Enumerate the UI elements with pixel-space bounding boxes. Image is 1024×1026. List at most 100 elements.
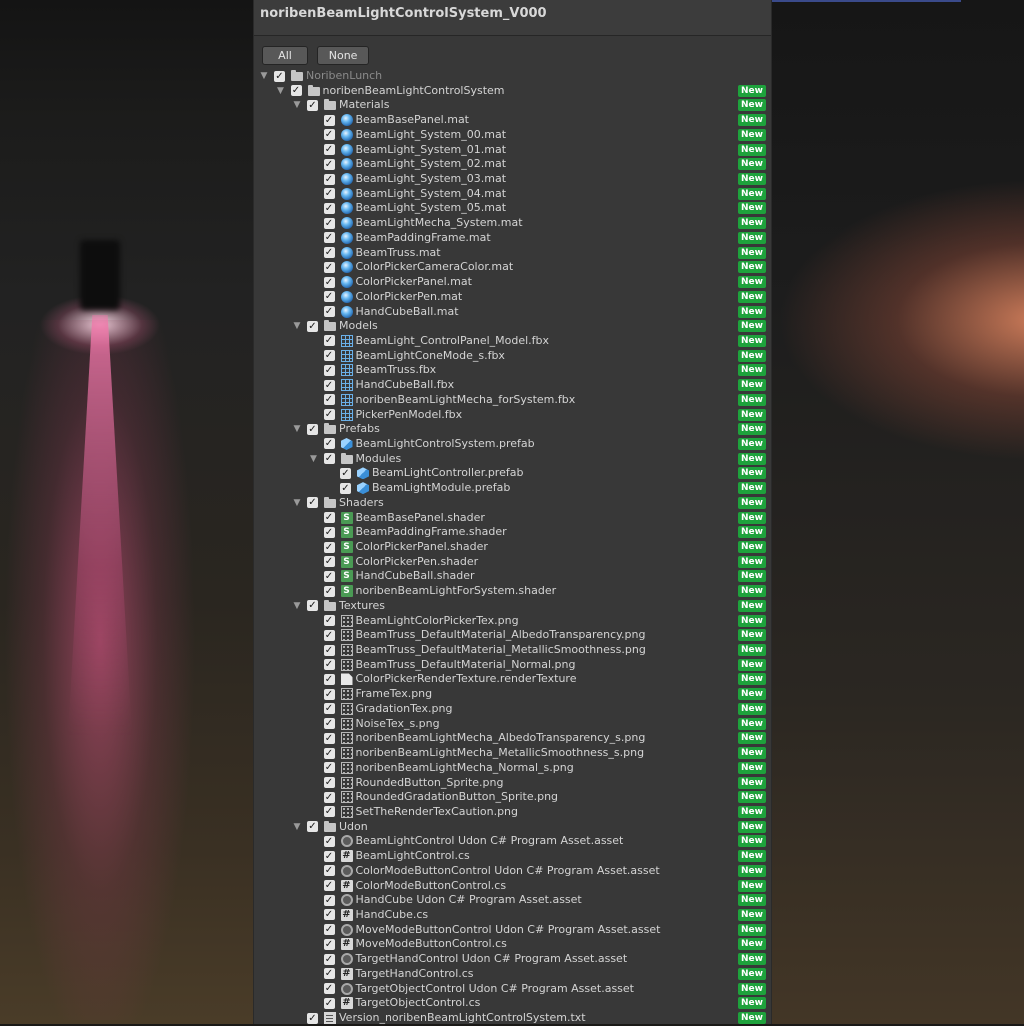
include-checkbox[interactable]: ✓ bbox=[307, 99, 318, 111]
include-checkbox[interactable]: ✓ bbox=[323, 541, 335, 553]
tree-row[interactable]: ✓ BeamTruss.fbx New bbox=[254, 363, 771, 378]
include-checkbox[interactable]: ✓ bbox=[307, 821, 318, 833]
tree-row[interactable]: ✓ BeamLightModule.prefab New bbox=[254, 481, 771, 496]
tree-row[interactable]: ✓ noribenBeamLightMecha_Normal_s.png New bbox=[254, 761, 771, 776]
foldout-arrow-icon[interactable]: ▼ bbox=[276, 84, 286, 98]
tree-row[interactable]: ✓ BeamLight_System_03.mat New bbox=[254, 172, 771, 187]
tree-row[interactable]: ✓ BeamLightControl Udon C# Program Asset.… bbox=[254, 834, 771, 849]
tree-row[interactable]: ✓ BeamLight_System_00.mat New bbox=[254, 128, 771, 143]
include-checkbox[interactable]: ✓ bbox=[323, 585, 335, 597]
tree-row[interactable]: ▼ ✓ Prefabs New bbox=[254, 422, 771, 437]
include-checkbox[interactable]: ✓ bbox=[323, 850, 335, 862]
tree-row[interactable]: ✓ BeamPaddingFrame.mat New bbox=[254, 231, 771, 246]
include-checkbox[interactable]: ✓ bbox=[340, 482, 351, 494]
select-all-button[interactable]: All bbox=[262, 46, 308, 65]
include-checkbox[interactable]: ✓ bbox=[323, 306, 335, 317]
include-checkbox[interactable]: ✓ bbox=[307, 1012, 318, 1024]
select-none-button[interactable]: None bbox=[317, 46, 370, 65]
include-checkbox[interactable]: ✓ bbox=[307, 497, 318, 509]
include-checkbox[interactable]: ✓ bbox=[323, 526, 335, 538]
tree-row[interactable]: ✓ ColorPickerRenderTexture.renderTexture N… bbox=[254, 672, 771, 687]
include-checkbox[interactable]: ✓ bbox=[323, 556, 335, 568]
tree-row[interactable]: ✓ MoveModeButtonControl Udon C# Program A… bbox=[254, 923, 771, 938]
include-checkbox[interactable]: ✓ bbox=[323, 247, 335, 259]
tree-row[interactable]: ✓ BeamLightControlSystem.prefab New bbox=[254, 437, 771, 452]
tree-row[interactable]: ▼ ✓ Shaders New bbox=[254, 496, 771, 511]
include-checkbox[interactable]: ✓ bbox=[323, 644, 335, 656]
tree-row[interactable]: ✓ SnoribenBeamLightForSystem.shader New bbox=[254, 584, 771, 599]
include-checkbox[interactable]: ✓ bbox=[323, 438, 335, 450]
tree-row[interactable]: ✓ noribenBeamLightMecha_AlbedoTransparenc… bbox=[254, 731, 771, 746]
tree-row[interactable]: ✓ BeamBasePanel.mat New bbox=[254, 113, 771, 128]
tree-row[interactable]: ✓ S BeamBasePanel.shader New bbox=[254, 511, 771, 526]
include-checkbox[interactable]: ✓ bbox=[323, 615, 335, 627]
tree-row[interactable]: ✓ BeamLight_System_05.mat New bbox=[254, 201, 771, 216]
tree-row[interactable]: ✓ noribenBeamLightMecha_forSystem.fbx New bbox=[254, 393, 771, 408]
foldout-arrow-icon[interactable]: ▼ bbox=[309, 452, 319, 466]
tree-row[interactable]: ✓ S BeamPaddingFrame.shader New bbox=[254, 525, 771, 540]
tree-row[interactable]: ✓ PickerPenModel.fbx New bbox=[254, 408, 771, 423]
include-checkbox[interactable]: ✓ bbox=[323, 938, 335, 950]
include-checkbox[interactable]: ✓ bbox=[323, 379, 335, 391]
include-checkbox[interactable]: ✓ bbox=[323, 144, 335, 156]
tree-row[interactable]: ✓ RoundedGradationButton_Sprite.png New bbox=[254, 790, 771, 805]
include-checkbox[interactable]: ✓ bbox=[323, 997, 335, 1009]
include-checkbox[interactable]: ✓ bbox=[323, 202, 335, 214]
foldout-arrow-icon[interactable]: ▼ bbox=[259, 69, 269, 83]
include-checkbox[interactable]: ✓ bbox=[323, 570, 335, 582]
include-checkbox[interactable]: ✓ bbox=[323, 335, 335, 347]
include-checkbox[interactable]: ✓ bbox=[323, 173, 335, 185]
include-checkbox[interactable]: ✓ bbox=[323, 968, 335, 980]
tree-row[interactable]: ✓ HandCubeBall.mat New bbox=[254, 305, 771, 320]
tree-row[interactable]: ✓ NoiseTex_s.png New bbox=[254, 717, 771, 732]
foldout-arrow-icon[interactable]: ▼ bbox=[292, 599, 302, 613]
include-checkbox[interactable]: ✓ bbox=[323, 364, 335, 376]
include-checkbox[interactable]: ✓ bbox=[323, 232, 335, 244]
tree-row[interactable]: ✓ HandCubeBall.fbx New bbox=[254, 378, 771, 393]
tree-row[interactable]: ✓ # MoveModeButtonControl.cs New bbox=[254, 937, 771, 952]
tree-row[interactable]: ✓ noribenBeamLightMecha_MetallicSmoothnes… bbox=[254, 746, 771, 761]
include-checkbox[interactable]: ✓ bbox=[323, 129, 335, 141]
include-checkbox[interactable]: ✓ bbox=[323, 894, 335, 906]
include-checkbox[interactable]: ✓ bbox=[323, 291, 335, 303]
include-checkbox[interactable]: ✓ bbox=[340, 467, 351, 479]
tree-row[interactable]: ✓ # ColorModeButtonControl.cs New bbox=[254, 879, 771, 894]
include-checkbox[interactable]: ✓ bbox=[323, 629, 335, 641]
include-checkbox[interactable]: ✓ bbox=[307, 320, 318, 332]
tree-row[interactable]: ✓ S ColorPickerPanel.shader New bbox=[254, 540, 771, 555]
tree-row[interactable]: ▼ ✓ NoribenLunch bbox=[254, 69, 771, 84]
tree-row[interactable]: ✓ BeamLightController.prefab New bbox=[254, 466, 771, 481]
tree-row[interactable]: ✓ # BeamLightControl.cs New bbox=[254, 849, 771, 864]
include-checkbox[interactable]: ✓ bbox=[307, 423, 318, 435]
include-checkbox[interactable]: ✓ bbox=[323, 762, 335, 774]
include-checkbox[interactable]: ✓ bbox=[323, 394, 335, 406]
tree-row[interactable]: ✓ # TargetObjectControl.cs New bbox=[254, 996, 771, 1011]
include-checkbox[interactable]: ✓ bbox=[323, 747, 335, 759]
tree-row[interactable]: ✓ BeamTruss_DefaultMaterial_Normal.png New bbox=[254, 658, 771, 673]
include-checkbox[interactable]: ✓ bbox=[323, 806, 335, 818]
include-checkbox[interactable]: ✓ bbox=[323, 924, 335, 936]
tree-row[interactable]: ✓ ColorPickerCameraColor.mat New bbox=[254, 260, 771, 275]
include-checkbox[interactable]: ✓ bbox=[323, 865, 335, 877]
tree-row[interactable]: ✓ S ColorPickerPen.shader New bbox=[254, 555, 771, 570]
tree-row[interactable]: ✓ RoundedButton_Sprite.png New bbox=[254, 776, 771, 791]
tree-row[interactable]: ✓ BeamLight_System_04.mat New bbox=[254, 187, 771, 202]
include-checkbox[interactable]: ✓ bbox=[323, 350, 335, 362]
include-checkbox[interactable]: ✓ bbox=[307, 600, 318, 612]
tree-row[interactable]: ▼ ✓ Textures New bbox=[254, 599, 771, 614]
foldout-arrow-icon[interactable]: ▼ bbox=[292, 496, 302, 510]
tree-row[interactable]: ✓ TargetObjectControl Udon C# Program Ass… bbox=[254, 982, 771, 997]
tree-row[interactable]: ✓ BeamTruss_DefaultMaterial_AlbedoTranspa… bbox=[254, 628, 771, 643]
tree-row[interactable]: ✓ BeamLight_ControlPanel_Model.fbx New bbox=[254, 334, 771, 349]
tree-row[interactable]: ▼ ✓ Modules New bbox=[254, 452, 771, 467]
tree-row[interactable]: ▼ ✓ Models New bbox=[254, 319, 771, 334]
tree-row[interactable]: ✓ ColorPickerPanel.mat New bbox=[254, 275, 771, 290]
tree-row[interactable]: ✓ BeamLightConeMode_s.fbx New bbox=[254, 349, 771, 364]
include-checkbox[interactable]: ✓ bbox=[290, 85, 302, 97]
tree-row[interactable]: ✓ HandCube Udon C# Program Asset.asset New bbox=[254, 893, 771, 908]
tree-row[interactable]: ✓ S HandCubeBall.shader New bbox=[254, 569, 771, 584]
tree-row[interactable]: ▼ ✓ Materials New bbox=[254, 98, 771, 113]
tree-row[interactable]: ✓ SetTheRenderTexCaution.png New bbox=[254, 805, 771, 820]
tree-row[interactable]: ✓ BeamTruss.mat New bbox=[254, 246, 771, 261]
tree-row[interactable]: ✓ # TargetHandControl.cs New bbox=[254, 967, 771, 982]
